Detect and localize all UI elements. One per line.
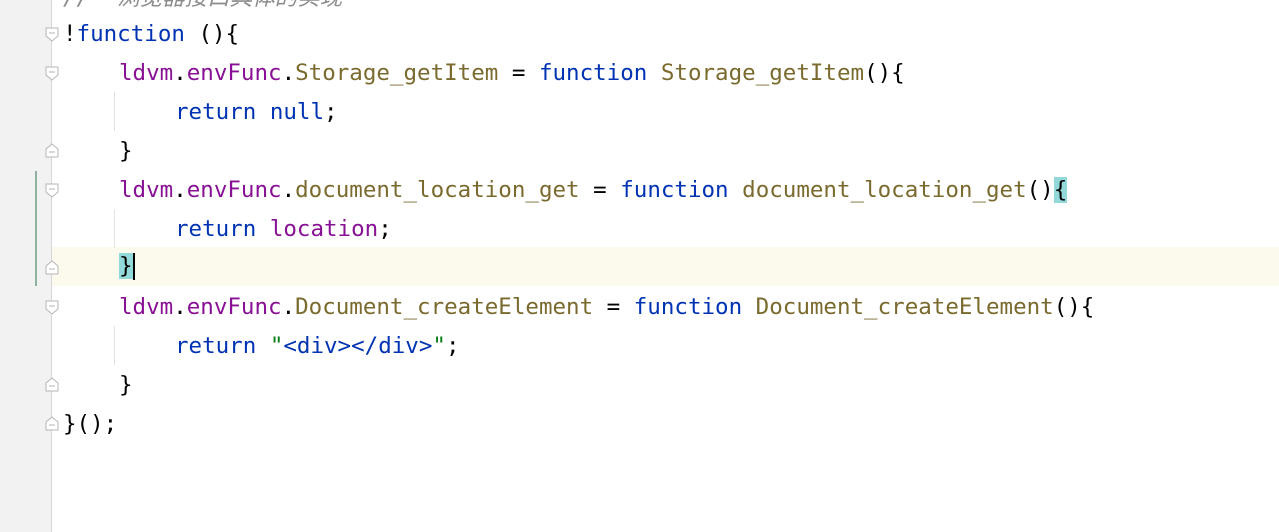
- function-name: document_location_get: [728, 177, 1027, 203]
- dot: .: [281, 294, 296, 320]
- semicolon: ;: [378, 216, 392, 242]
- semicolon: ;: [324, 99, 338, 125]
- fold-collapse-icon[interactable]: [45, 300, 59, 315]
- fold-end-icon[interactable]: [45, 260, 59, 275]
- assign: =: [498, 60, 539, 86]
- dot: .: [173, 177, 187, 203]
- dot: .: [281, 177, 296, 203]
- assign: =: [593, 294, 634, 320]
- fold-end-icon[interactable]: [45, 377, 59, 392]
- code-line-1[interactable]: !function (){: [63, 15, 239, 54]
- fold-end-icon[interactable]: [45, 143, 59, 158]
- closing-brace: }: [119, 138, 133, 164]
- string-quote: ": [432, 333, 446, 359]
- property-envfunc: envFunc: [186, 60, 282, 86]
- function-name: Document_createElement: [742, 294, 1054, 320]
- string-tag-close: </div>: [351, 333, 433, 359]
- punctuation: (): [1026, 177, 1054, 203]
- code-editor[interactable]: // 浏览器接口具体的实现 !function (){ ldvm.envFunc…: [0, 0, 1279, 532]
- property-name: Storage_getItem: [295, 60, 499, 86]
- fold-collapse-icon[interactable]: [45, 27, 59, 42]
- identifier-location: location: [256, 216, 379, 242]
- dot: .: [281, 60, 296, 86]
- code-line-3[interactable]: return null;: [175, 93, 338, 132]
- identifier-ldvm: ldvm: [119, 294, 174, 320]
- indent-guide: [114, 326, 115, 365]
- keyword-null: null: [256, 99, 325, 125]
- keyword-function: function: [76, 21, 185, 47]
- punctuation: }();: [63, 411, 118, 437]
- code-line-5[interactable]: ldvm.envFunc.document_location_get = fun…: [119, 171, 1068, 210]
- code-line-8[interactable]: ldvm.envFunc.Document_createElement = fu…: [119, 288, 1094, 327]
- indent-guide: [114, 92, 115, 131]
- punctuation: (){: [184, 21, 240, 47]
- fold-collapse-icon[interactable]: [45, 183, 59, 198]
- keyword-function: function: [620, 177, 729, 203]
- matched-brace-close: }: [119, 253, 133, 279]
- dot: .: [173, 294, 187, 320]
- semicolon: ;: [445, 333, 460, 359]
- code-line-6[interactable]: return location;: [175, 210, 392, 249]
- keyword-return: return: [175, 216, 257, 242]
- code-line-2[interactable]: ldvm.envFunc.Storage_getItem = function …: [119, 54, 905, 93]
- code-line-10[interactable]: }: [119, 366, 133, 405]
- closing-brace: }: [119, 372, 133, 398]
- bang-operator: !: [63, 21, 77, 47]
- punctuation: (){: [864, 60, 905, 86]
- keyword-return: return: [175, 333, 257, 359]
- function-name: Storage_getItem: [647, 60, 865, 86]
- code-line-7[interactable]: }: [119, 247, 135, 286]
- property-name: document_location_get: [295, 177, 580, 203]
- fold-end-icon[interactable]: [45, 416, 59, 431]
- string-quote: ": [256, 333, 284, 359]
- code-line-9[interactable]: return "<div></div>";: [175, 327, 459, 366]
- matched-brace-open: {: [1053, 177, 1068, 203]
- current-line-highlight: [0, 247, 1279, 286]
- property-name: Document_createElement: [295, 294, 594, 320]
- dot: .: [173, 60, 187, 86]
- keyword-function: function: [633, 294, 743, 320]
- punctuation: (){: [1053, 294, 1095, 320]
- fold-collapse-icon[interactable]: [45, 66, 59, 81]
- keyword-return: return: [175, 99, 257, 125]
- change-marker[interactable]: [35, 171, 37, 286]
- assign: =: [579, 177, 621, 203]
- identifier-ldvm: ldvm: [119, 60, 174, 86]
- property-envfunc: envFunc: [186, 294, 282, 320]
- code-line-11[interactable]: }();: [63, 405, 117, 444]
- property-envfunc: envFunc: [186, 177, 282, 203]
- indent-guide: [114, 209, 115, 248]
- identifier-ldvm: ldvm: [119, 177, 174, 203]
- text-caret: [132, 253, 135, 280]
- code-line-4[interactable]: }: [119, 132, 133, 171]
- string-tag-open: <div>: [283, 333, 352, 359]
- keyword-function: function: [538, 60, 648, 86]
